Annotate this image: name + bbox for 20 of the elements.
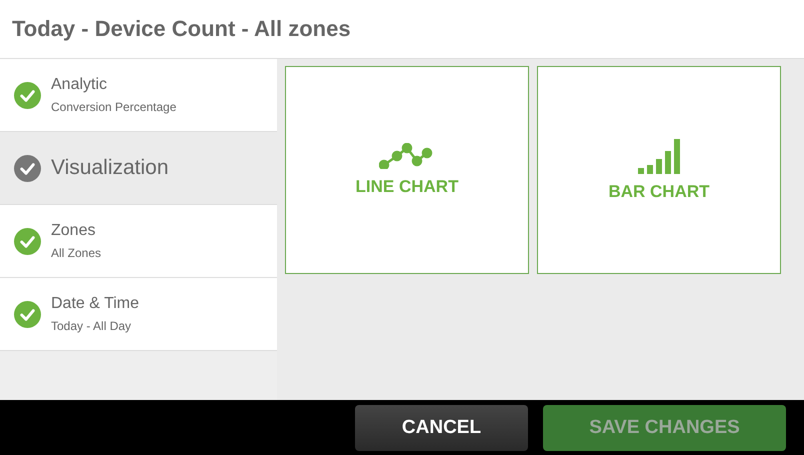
cancel-button[interactable]: CANCEL xyxy=(355,404,528,450)
window-title: Today - Device Count - All zones xyxy=(12,16,351,42)
check-icon xyxy=(14,82,41,108)
step-item[interactable]: Zones All Zones xyxy=(0,205,277,278)
check-icon xyxy=(14,154,41,182)
bar-chart-icon xyxy=(638,138,680,174)
option-label: BAR CHART xyxy=(608,182,710,202)
check-icon xyxy=(14,300,41,328)
step-subtitle: All Zones xyxy=(51,246,102,260)
step-item[interactable]: Date & Time Today - All Day xyxy=(0,278,277,351)
step-title: Zones xyxy=(51,222,96,240)
step-title: Analytic xyxy=(51,76,108,94)
check-icon xyxy=(14,228,41,254)
option-label: LINE CHART xyxy=(356,177,458,197)
step-title: Visualization xyxy=(51,156,169,180)
line-chart-icon xyxy=(379,143,435,169)
step-subtitle: Today - All Day xyxy=(51,319,132,333)
step-subtitle: Conversion Percentage xyxy=(51,100,176,114)
step-title: Date & Time xyxy=(51,295,140,313)
step-item[interactable]: Analytic Conversion Percentage xyxy=(0,59,277,132)
